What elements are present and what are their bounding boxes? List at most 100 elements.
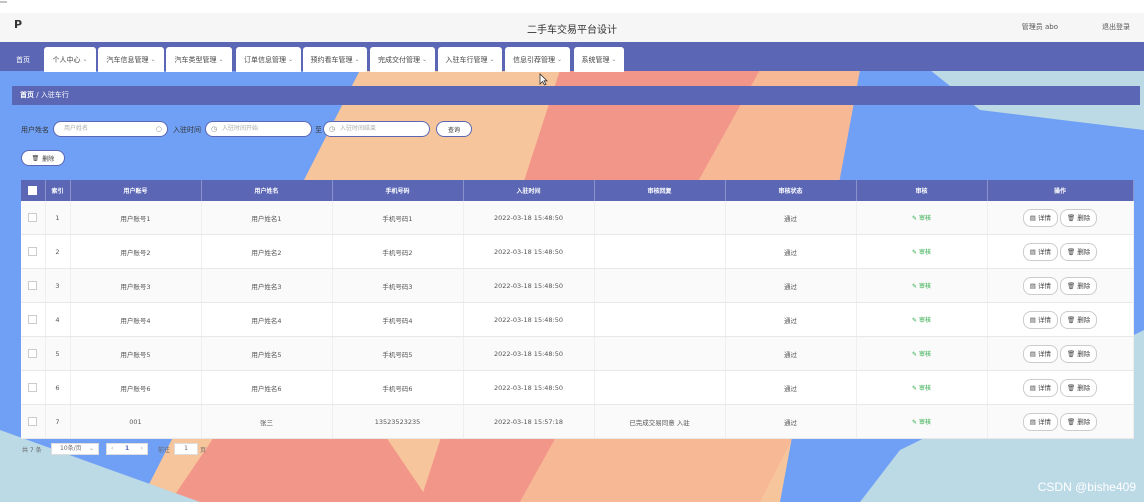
nav-item-referrals[interactable]: 信息引荐管理 ⌄ <box>505 47 570 72</box>
detail-button[interactable]: ▤ 详情 <box>1022 412 1058 431</box>
nav-item-car-info[interactable]: 汽车信息管理 ⌄ <box>98 47 164 72</box>
edit-icon: ✎ <box>912 385 918 392</box>
edit-icon: ✎ <box>912 351 918 358</box>
audit-link[interactable]: ✎ 审核 <box>912 249 931 256</box>
name-cell: 用户姓名3 <box>201 268 333 303</box>
breadcrumb-home[interactable]: 首页 <box>20 91 34 99</box>
delete-button[interactable]: 🗑 删除 <box>1059 276 1098 295</box>
nav-item-orders[interactable]: 订单信息管理 ⌄ <box>236 47 301 72</box>
index-cell: 5 <box>45 336 71 371</box>
audit-link[interactable]: ✎ 审核 <box>912 385 931 392</box>
delete-button[interactable]: 🗑 删除 <box>1059 310 1098 329</box>
table-row: 7 001 张三 13523523235 2022-03-18 15:57:18 已完成交… <box>21 404 1134 439</box>
trash-icon: 🗑 <box>1066 417 1076 426</box>
detail-label: 详情 <box>1037 281 1051 290</box>
delete-button[interactable]: 🗑 删除 <box>1059 242 1098 261</box>
time-cell: 2022-03-18 15:48:50 <box>463 370 595 405</box>
row-checkbox[interactable] <box>28 315 38 324</box>
end-time-input[interactable]: ◷ 入驻时间结束 <box>323 121 430 137</box>
select-all-checkbox[interactable] <box>28 186 38 195</box>
table-row: 1 用户账号1 用户姓名1 手机号码1 2022-03-18 15:48:50 通过 ✎ 审… <box>21 201 1134 235</box>
nav-item-label: 个人中心 <box>52 55 81 64</box>
actions-cell: ▤ 详情 🗑 删除 <box>987 404 1134 439</box>
audit-cell: ✎ 审核 <box>856 404 988 439</box>
detail-button[interactable]: ▤ 详情 <box>1022 310 1058 329</box>
table-row: 6 用户账号6 用户姓名6 手机号码6 2022-03-18 15:48:50 通过 ✎ 审… <box>21 370 1134 405</box>
start-time-input[interactable]: ◷ 入驻时间开始 <box>205 121 312 137</box>
name-cell: 用户姓名2 <box>201 234 333 269</box>
delete-button[interactable]: 🗑 删除 <box>1059 412 1098 431</box>
row-checkbox[interactable] <box>28 213 38 222</box>
detail-icon: ▤ <box>1029 383 1036 392</box>
row-checkbox[interactable] <box>28 417 38 426</box>
nav-item-dealers[interactable]: 入驻车行管理 ⌄ <box>438 47 502 72</box>
reply-cell <box>594 302 726 337</box>
audit-label: 审核 <box>918 351 931 358</box>
column-header: 审核回复 <box>594 180 726 201</box>
row-checkbox[interactable] <box>28 281 38 290</box>
nav-item-home[interactable]: 首页 <box>12 47 34 72</box>
nav-item-viewing-appointments[interactable]: 预约看车管理 ⌄ <box>303 47 367 72</box>
actions-cell: ▤ 详情 🗑 删除 <box>987 302 1134 337</box>
column-header: 入驻时间 <box>463 180 595 201</box>
audit-cell: ✎ 审核 <box>856 201 988 235</box>
index-cell: 4 <box>45 302 71 337</box>
delete-button[interactable]: 🗑 删除 <box>1059 208 1098 227</box>
trash-icon: 🗑 <box>31 154 40 162</box>
detail-button[interactable]: ▤ 详情 <box>1022 378 1058 397</box>
detail-button[interactable]: ▤ 详情 <box>1022 242 1058 261</box>
current-page-number[interactable]: 1 <box>125 444 129 454</box>
goto-label: 前往 <box>158 447 171 454</box>
nav-item-car-type[interactable]: 汽车类型管理 ⌄ <box>166 47 232 72</box>
delete-button[interactable]: 🗑 删除 <box>1059 378 1098 397</box>
trash-icon: 🗑 <box>1066 247 1076 256</box>
audit-link[interactable]: ✎ 审核 <box>912 419 931 426</box>
page-size-select[interactable]: 10条/页 ⌄ <box>51 443 99 455</box>
audit-link[interactable]: ✎ 审核 <box>912 317 931 324</box>
row-checkbox[interactable] <box>28 383 38 392</box>
chevron-down-icon: ⌄ <box>218 56 224 63</box>
nav-item-system[interactable]: 系统管理 ⌄ <box>574 47 624 72</box>
audit-link[interactable]: ✎ 审核 <box>912 215 931 222</box>
chevron-down-icon: ⌄ <box>88 445 94 452</box>
nav-item-delivery[interactable]: 完成交付管理 ⌄ <box>370 47 435 72</box>
select-all-header[interactable] <box>21 180 46 201</box>
detail-label: 详情 <box>1037 349 1051 358</box>
nav-item-personal-center[interactable]: 个人中心 ⌄ <box>44 47 96 72</box>
detail-button[interactable]: ▤ 详情 <box>1022 276 1058 295</box>
start-time-placeholder: 入驻时间开始 <box>222 125 259 132</box>
audit-link[interactable]: ✎ 审核 <box>912 283 931 290</box>
bulk-delete-button[interactable]: 🗑 删除 <box>21 150 65 166</box>
trash-icon: 🗑 <box>1066 315 1076 324</box>
column-header: 用户姓名 <box>201 180 333 201</box>
trash-icon: 🗑 <box>1066 383 1076 392</box>
goto-page-input[interactable]: 1 <box>174 443 198 455</box>
audit-link[interactable]: ✎ 审核 <box>912 351 931 358</box>
name-filter-label: 用户姓名 <box>21 126 49 134</box>
name-search-input[interactable]: 用户姓名 ○ <box>53 121 168 137</box>
trash-icon: 🗑 <box>1066 281 1076 290</box>
name-cell: 用户姓名1 <box>201 201 333 235</box>
status-cell: 通过 <box>725 336 857 371</box>
nav-item-label: 入驻车行管理 <box>445 55 488 64</box>
row-checkbox[interactable] <box>28 349 38 358</box>
nav-item-label: 订单信息管理 <box>243 55 286 64</box>
phone-cell: 13523523235 <box>332 404 464 439</box>
detail-button[interactable]: ▤ 详情 <box>1022 344 1058 363</box>
logout-link[interactable]: 退出登录 <box>1102 22 1130 32</box>
detail-button[interactable]: ▤ 详情 <box>1022 208 1058 227</box>
delete-label: 删除 <box>1077 315 1091 324</box>
detail-label: 详情 <box>1037 213 1051 222</box>
query-button[interactable]: 查询 <box>436 121 472 137</box>
phone-cell: 手机号码3 <box>332 268 464 303</box>
top-bar: P 二手车交易平台设计 管理员 abo 退出登录 <box>0 13 1144 42</box>
next-page-icon[interactable]: › <box>141 444 143 454</box>
column-header: 手机号码 <box>332 180 464 201</box>
prev-page-icon[interactable]: ‹ <box>111 444 113 454</box>
goto-page-value: 1 <box>184 445 188 452</box>
admin-user-label[interactable]: 管理员 abo <box>1022 22 1058 32</box>
delete-button[interactable]: 🗑 删除 <box>1059 344 1098 363</box>
reply-cell <box>594 201 726 235</box>
column-header: 用户账号 <box>70 180 202 201</box>
row-checkbox[interactable] <box>28 247 38 256</box>
